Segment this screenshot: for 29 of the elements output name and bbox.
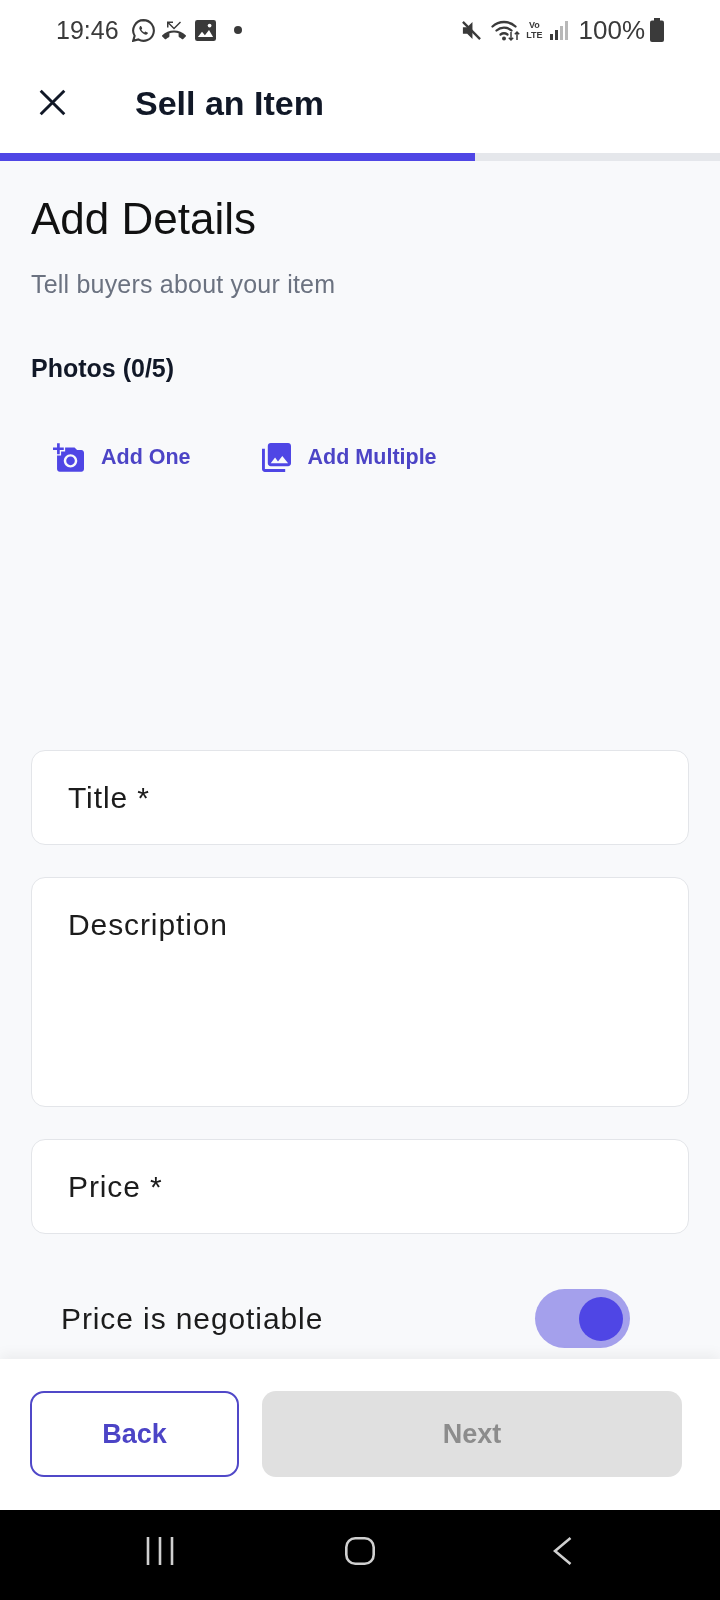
missed-call-icon [161, 20, 186, 40]
page-heading: Add Details [31, 193, 257, 245]
battery-percentage: 100% [578, 17, 645, 43]
back-button[interactable]: Back [30, 1391, 239, 1477]
add-one-photo-button[interactable]: Add One [43, 435, 201, 479]
network-type-label: Vo [528, 20, 540, 30]
camera-plus-icon[interactable] [53, 442, 84, 472]
status-time: 19:46 [56, 17, 119, 43]
screen-title: Sell an Item [135, 85, 324, 120]
home-icon[interactable] [345, 1537, 375, 1565]
image-stack-icon[interactable] [261, 442, 291, 472]
close-icon[interactable] [39, 89, 66, 116]
back-icon[interactable] [553, 1537, 572, 1565]
image-icon [194, 19, 216, 41]
network-type-label: LTE [526, 30, 543, 40]
text-field[interactable]: Price * [31, 1139, 689, 1234]
signal-icon [549, 20, 569, 40]
recent-apps-icon[interactable] [146, 1537, 174, 1565]
description-field[interactable]: Description [31, 877, 689, 1107]
chat-app-icon [131, 18, 155, 42]
notification-dot-icon [233, 26, 242, 34]
photos-label: Photos (0/5) [31, 353, 176, 383]
negotiable-label: Price is negotiable [61, 1301, 324, 1337]
page-subheading: Tell buyers about your item [31, 269, 337, 299]
text-field[interactable]: Title * [31, 750, 689, 845]
mute-icon [461, 19, 483, 41]
wifi-icon [491, 18, 522, 42]
add-multiple-photos-button[interactable]: Add Multiple [251, 435, 447, 479]
battery-icon [650, 18, 664, 42]
